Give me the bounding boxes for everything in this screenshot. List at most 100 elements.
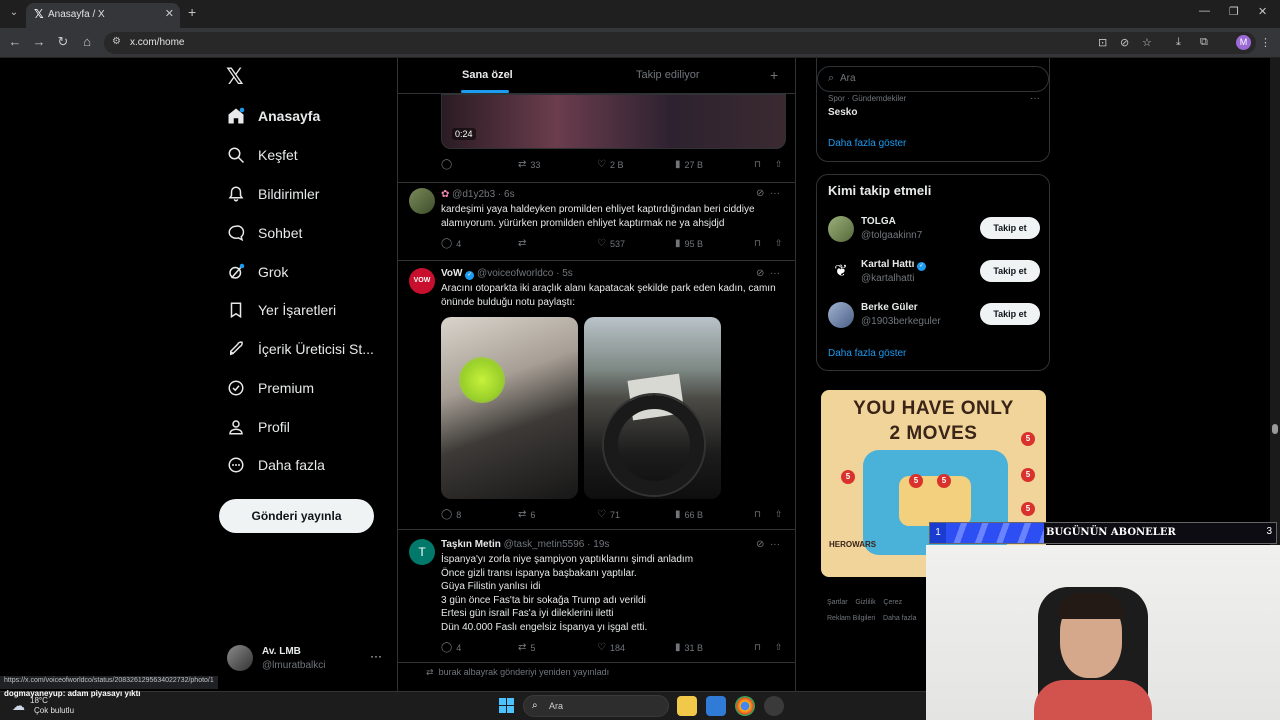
follow-suggestion[interactable]: Berke Güler @1903berkeguler Takip et xyxy=(828,301,1043,331)
avatar[interactable]: VOW xyxy=(409,268,435,294)
browser-tab[interactable]: 𝕏 Anasayfa / X ✕ xyxy=(26,3,180,28)
scrollbar-thumb[interactable] xyxy=(1272,424,1278,434)
share-icon[interactable]: ⇧ xyxy=(775,159,783,170)
footer-link[interactable]: Gizlilik xyxy=(855,599,875,606)
x-logo-icon[interactable]: 𝕏 xyxy=(226,64,244,90)
like-button[interactable]: ♡ 537 xyxy=(597,238,625,249)
close-tab-icon[interactable]: ✕ xyxy=(165,7,174,20)
mail-icon[interactable] xyxy=(706,696,726,716)
follow-button[interactable]: Takip et xyxy=(980,217,1040,239)
follow-button[interactable]: Takip et xyxy=(980,260,1040,282)
avatar[interactable]: T xyxy=(409,539,435,565)
views-button[interactable]: ▮ 27 B xyxy=(675,159,703,170)
post-photo-2[interactable] xyxy=(584,317,721,499)
trend-name[interactable]: Sesko xyxy=(828,107,857,118)
more-dots-icon[interactable]: ··· xyxy=(770,268,780,279)
views-button[interactable]: ▮ 95 B xyxy=(675,238,703,249)
bookmark-icon[interactable]: ⊓ xyxy=(754,509,761,520)
repost-button[interactable]: ⇄ 5 xyxy=(518,642,535,653)
grok-explain-icon[interactable]: ⊘ xyxy=(756,188,764,199)
menu-kebab-icon[interactable]: ⋮ xyxy=(1260,36,1271,49)
views-button[interactable]: ▮ 31 B xyxy=(675,642,703,653)
reply-button[interactable]: ◯ 4 xyxy=(441,238,461,249)
file-explorer-icon[interactable] xyxy=(677,696,697,716)
footer-link[interactable]: Çerez xyxy=(883,599,902,606)
reload-icon[interactable]: ↻ xyxy=(54,34,72,50)
follow-suggestion[interactable]: ❦ Kartal Hattı ✓ @kartalhatti Takip et xyxy=(828,258,1043,288)
more-dots-icon[interactable]: ··· xyxy=(770,188,780,199)
follow-suggestion[interactable]: TOLGA @tolgaakinn7 Takip et xyxy=(828,215,1043,245)
bookmark-icon[interactable]: ⊓ xyxy=(754,238,761,249)
grok-explain-icon[interactable]: ⊘ xyxy=(756,268,764,279)
repost-button[interactable]: ⇄ 6 xyxy=(518,509,535,520)
taskbar-search[interactable]: ⌕ Ara xyxy=(523,695,669,717)
follow-button[interactable]: Takip et xyxy=(980,303,1040,325)
site-info-icon[interactable]: ⚙ xyxy=(112,36,121,47)
tab-following[interactable]: Takip ediliyor xyxy=(636,69,700,81)
install-icon[interactable]: ⊡ xyxy=(1098,36,1107,49)
video-player[interactable]: 0:24 xyxy=(441,94,786,149)
nav-home[interactable]: Anasayfa xyxy=(226,104,320,128)
share-icon[interactable]: ⇧ xyxy=(775,238,783,249)
nav-premium[interactable]: Premium xyxy=(226,376,314,400)
footer-link[interactable]: Reklam Bilgileri xyxy=(827,615,875,622)
post-photo-1[interactable] xyxy=(441,317,578,499)
reply-button[interactable]: ◯ 8 xyxy=(441,509,461,520)
nav-bookmarks[interactable]: Yer İşaretleri xyxy=(226,298,336,322)
avatar[interactable] xyxy=(409,188,435,214)
search-input[interactable]: ⌕ Ara xyxy=(817,66,1049,92)
reply-button[interactable]: ◯ 4 xyxy=(441,642,461,653)
more-dots-icon[interactable]: ··· xyxy=(370,649,382,663)
tab-search-icon[interactable]: ⌄ xyxy=(6,5,22,21)
search-placeholder: Ara xyxy=(840,73,856,84)
bookmark-star-icon[interactable]: ☆ xyxy=(1142,36,1152,49)
tab-for-you[interactable]: Sana özel xyxy=(462,69,513,81)
restore-icon[interactable]: ❐ xyxy=(1229,5,1239,18)
like-button[interactable]: ♡ 2 B xyxy=(597,159,623,170)
grok-explain-icon[interactable]: ⊘ xyxy=(756,539,764,550)
chrome-icon[interactable] xyxy=(735,696,755,716)
footer-link[interactable]: Daha fazla xyxy=(883,615,916,622)
nav-chat[interactable]: Sohbet xyxy=(226,221,302,245)
nav-creator-studio[interactable]: İçerik Üreticisi St... xyxy=(226,337,374,361)
nav-more[interactable]: Daha fazla xyxy=(226,453,325,477)
profile-avatar[interactable]: M xyxy=(1236,35,1251,50)
back-icon[interactable]: ← xyxy=(6,34,24,49)
share-icon[interactable]: ⇧ xyxy=(775,642,783,653)
more-dots-icon[interactable]: ··· xyxy=(1030,93,1040,104)
new-tab-button[interactable]: + xyxy=(188,4,196,20)
footer-link[interactable]: Şartlar xyxy=(827,599,848,606)
show-more-trends-link[interactable]: Daha fazla göster xyxy=(828,138,906,149)
nav-grok[interactable]: Grok xyxy=(226,260,288,284)
weather-desc[interactable]: Çok bulutlu xyxy=(34,706,74,715)
address-bar[interactable]: ⚙ x.com/home ⊡ ⊘ ☆ ⤓ ⧉ M ⋮ xyxy=(104,32,1271,54)
show-more-follow-link[interactable]: Daha fazla göster xyxy=(828,348,906,359)
url-text[interactable]: x.com/home xyxy=(130,37,184,48)
download-icon[interactable]: ⤓ xyxy=(1176,36,1181,49)
bookmark-icon[interactable]: ⊓ xyxy=(754,159,761,170)
close-window-icon[interactable]: ✕ xyxy=(1258,5,1267,18)
views-button[interactable]: ▮ 66 B xyxy=(675,509,703,520)
repost-button[interactable]: ⇄ 33 xyxy=(518,159,540,170)
like-button[interactable]: ♡ 184 xyxy=(597,642,625,653)
more-dots-icon[interactable]: ··· xyxy=(770,539,780,550)
nav-notifications[interactable]: Bildirimler xyxy=(226,182,319,206)
reply-button[interactable]: ◯ xyxy=(441,159,456,170)
extensions-icon[interactable]: ⧉ xyxy=(1200,36,1208,49)
cloud-icon[interactable]: ☁ xyxy=(12,698,25,714)
bookmark-icon[interactable]: ⊓ xyxy=(754,642,761,653)
nav-profile[interactable]: Profil xyxy=(226,415,290,439)
eye-off-icon[interactable]: ⊘ xyxy=(1120,36,1129,49)
repost-button[interactable]: ⇄ xyxy=(518,238,530,249)
account-switcher[interactable]: Av. LMB @lmuratbalkci ··· xyxy=(227,643,387,677)
post-button[interactable]: Gönderi yayınla xyxy=(219,499,374,533)
share-icon[interactable]: ⇧ xyxy=(775,509,783,520)
like-button[interactable]: ♡ 71 xyxy=(597,509,620,520)
nav-explore[interactable]: Keşfet xyxy=(226,143,298,167)
home-button-icon[interactable]: ⌂ xyxy=(78,34,96,49)
windows-start-icon[interactable] xyxy=(499,698,514,713)
add-tab-icon[interactable]: + xyxy=(770,67,778,83)
app-icon[interactable] xyxy=(764,696,784,716)
minimize-icon[interactable]: — xyxy=(1199,5,1210,17)
forward-icon[interactable]: → xyxy=(30,34,48,49)
